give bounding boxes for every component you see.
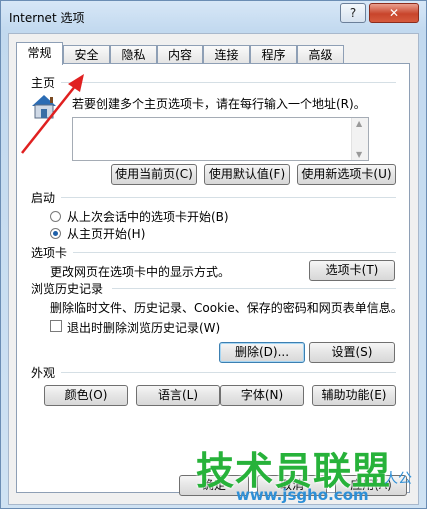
tab-general[interactable]: 常规 xyxy=(16,42,63,65)
watermark-extra-text: 人公 xyxy=(384,471,412,487)
watermark-url: www.jsgho.com xyxy=(236,486,369,504)
annotation-arrow-icon xyxy=(21,74,84,154)
